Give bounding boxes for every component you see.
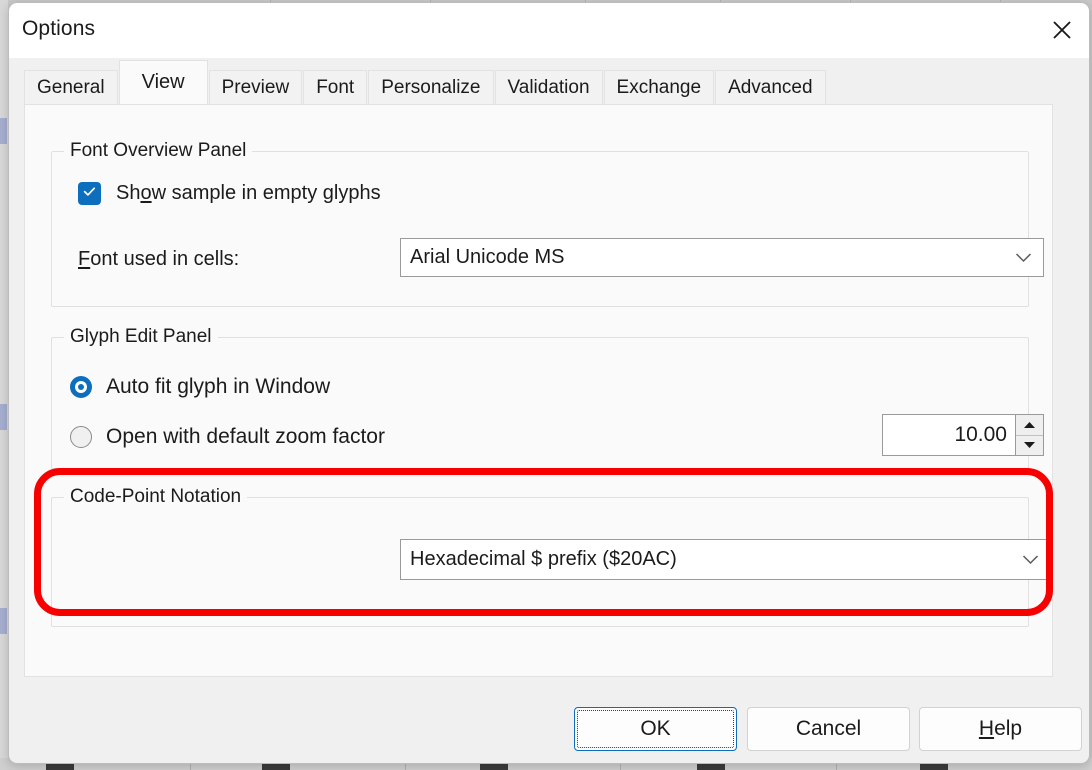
focus-ring xyxy=(577,710,734,748)
help-button-label: Help xyxy=(978,717,1023,740)
tab-preview[interactable]: Preview xyxy=(208,70,303,104)
checkbox-show-sample-in-empty-glyphs[interactable]: Show sample in empty glyphs xyxy=(78,182,381,205)
help-button[interactable]: Help xyxy=(919,707,1082,751)
radio-indicator-unselected xyxy=(70,426,92,448)
tab-general[interactable]: General xyxy=(24,70,118,104)
cancel-button-label: Cancel xyxy=(795,717,862,740)
radio-indicator-selected xyxy=(70,376,92,398)
tab-advanced[interactable]: Advanced xyxy=(715,70,826,104)
spinner-buttons xyxy=(1015,415,1043,455)
tab-validation[interactable]: Validation xyxy=(494,70,603,104)
caret-up-icon xyxy=(1024,421,1035,428)
tab-strip: General View Preview Font Personalize Va… xyxy=(9,58,1089,104)
radio-open-with-default-zoom-factor[interactable]: Open with default zoom factor xyxy=(70,425,385,449)
dialog-title: Options xyxy=(22,17,96,40)
ok-button[interactable]: OK xyxy=(574,707,737,751)
close-button[interactable] xyxy=(1035,3,1089,57)
group-legend-glyph-edit: Glyph Edit Panel xyxy=(64,326,218,348)
radio-label: Auto fit glyph in Window xyxy=(106,375,331,398)
radio-label: Open with default zoom factor xyxy=(106,425,385,448)
group-border xyxy=(51,151,1029,307)
bg-accent-chip xyxy=(0,118,7,144)
title-bar: Options xyxy=(9,3,1089,58)
tab-font[interactable]: Font xyxy=(303,70,368,104)
radio-auto-fit-glyph-in-window[interactable]: Auto fit glyph in Window xyxy=(70,375,330,399)
tab-view[interactable]: View xyxy=(118,60,208,104)
group-legend-code-point: Code-Point Notation xyxy=(64,486,248,508)
view-tab-panel: Font Overview Panel Show sample in empty… xyxy=(24,104,1053,677)
chevron-down-icon xyxy=(1003,252,1043,263)
checkbox-box xyxy=(78,182,101,205)
options-dialog: Options General View Preview Font Person… xyxy=(8,2,1090,764)
tab-personalize[interactable]: Personalize xyxy=(368,70,494,104)
spinner-value: 10.00 xyxy=(954,423,1007,446)
close-icon xyxy=(1051,19,1073,41)
label-font-used-in-cells: Font used in cells: xyxy=(78,248,240,270)
group-legend-font-overview: Font Overview Panel xyxy=(64,140,253,162)
combo-value: Hexadecimal $ prefix ($20AC) xyxy=(410,548,677,570)
group-code-point-notation: Code-Point Notation Hexadecimal $ prefix… xyxy=(51,486,1051,627)
check-icon xyxy=(82,184,97,204)
combo-font-used-in-cells[interactable]: Arial Unicode MS xyxy=(400,238,1044,277)
combo-value: Arial Unicode MS xyxy=(410,246,565,268)
spinner-default-zoom-factor[interactable]: 10.00 xyxy=(882,414,1044,456)
group-glyph-edit-panel: Glyph Edit Panel Auto fit glyph in Windo… xyxy=(51,326,1044,469)
tab-exchange[interactable]: Exchange xyxy=(603,70,715,104)
spinner-up-button[interactable] xyxy=(1016,415,1043,436)
caret-down-icon xyxy=(1024,442,1035,449)
spinner-down-button[interactable] xyxy=(1016,435,1043,455)
cancel-button[interactable]: Cancel xyxy=(747,707,910,751)
bg-accent-chip xyxy=(0,608,7,634)
chevron-down-icon xyxy=(1010,554,1050,565)
group-font-overview-panel: Font Overview Panel Show sample in empty… xyxy=(51,140,1044,307)
bg-left-strip xyxy=(0,0,8,770)
checkbox-label: Show sample in empty glyphs xyxy=(116,182,381,204)
bg-accent-chip xyxy=(0,404,7,430)
combo-code-point-notation[interactable]: Hexadecimal $ prefix ($20AC) xyxy=(400,539,1051,580)
